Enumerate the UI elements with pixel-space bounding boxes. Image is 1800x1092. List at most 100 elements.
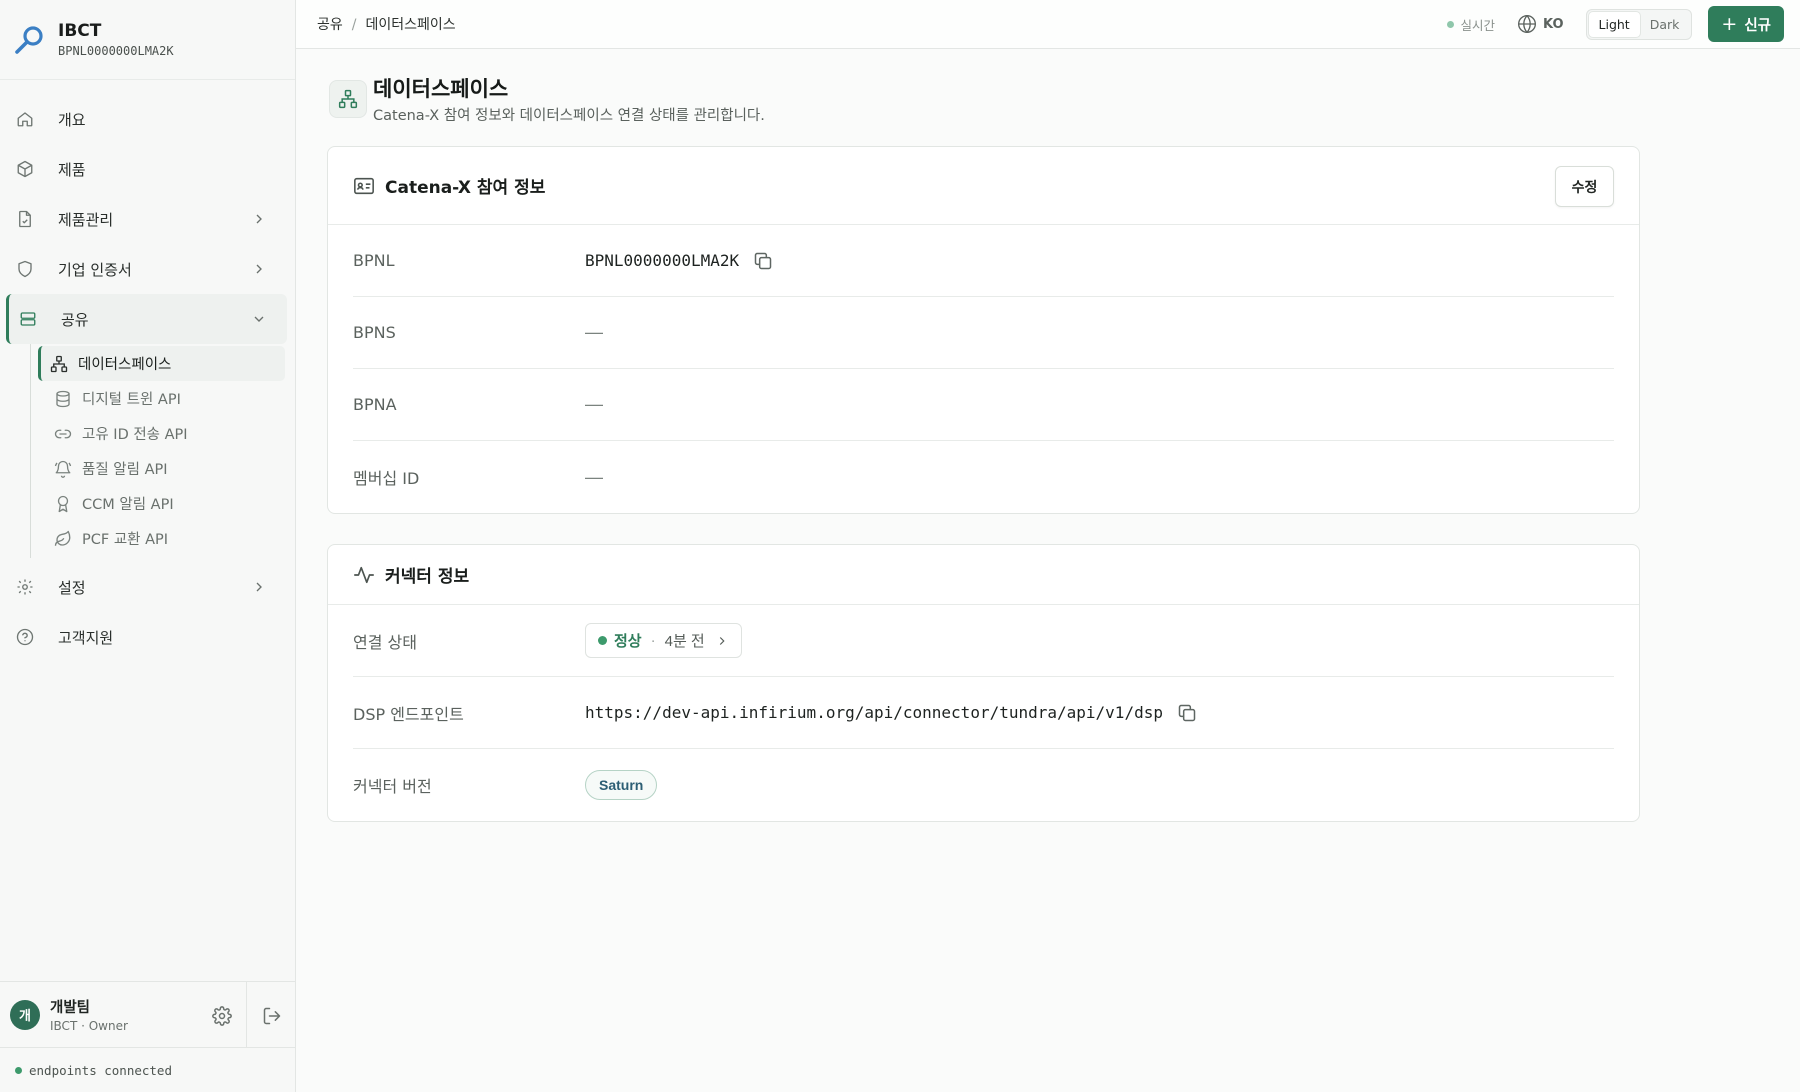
field-row-dsp-endpoint: DSP 엔드포인트 https://dev-api.infirium.org/a… [353,677,1614,749]
brand[interactable]: IBCT BPNL0000000LMA2K [0,0,295,80]
field-value: BPNL0000000LMA2K [585,251,773,271]
page-title: 데이터스페이스 [373,77,509,101]
language-switcher[interactable]: KO [1517,14,1564,34]
new-button-label: 신규 [1744,17,1771,34]
version-badge: Saturn [585,770,658,800]
field-row-connection-status: 연결 상태 정상 · 4분 전 [353,605,1614,677]
status-ok: 정상 [614,633,642,650]
field-label: BPNL [353,251,395,270]
search-logo-icon [15,25,43,54]
new-button[interactable]: + 신규 [1708,6,1784,42]
brand-bpnl: BPNL0000000LMA2K [58,44,174,58]
sub-item-label: 품질 알림 API [82,462,168,478]
id-card-icon [354,177,374,194]
topbar: 공유 / 데이터스페이스 실시간 KO Light Dark + 신규 [296,0,1800,49]
card-header: 커넥터 정보 [328,545,1639,605]
field-label: BPNS [353,323,396,342]
nav-item-settings[interactable]: 설정 [0,562,295,612]
nav-item-support[interactable]: 고객지원 [0,612,295,662]
field-row-bpnl: BPNL BPNL0000000LMA2K [353,225,1614,297]
sub-item-digital-twin[interactable]: 디지털 트윈 API [32,381,285,416]
theme-toggle: Light Dark [1585,8,1693,40]
live-label: 실시간 [1460,17,1495,33]
nav-label: 기업 인증서 [58,260,132,279]
user-settings-gear-icon[interactable] [212,1006,232,1026]
leaf-icon [54,530,71,546]
activity-icon [354,566,374,583]
status-dot [15,1066,22,1074]
breadcrumb-item-current: 데이터스페이스 [365,17,456,33]
award-icon [57,495,69,512]
chevron-right-icon [256,582,262,592]
avatar[interactable]: 개 [10,999,40,1030]
sub-item-label: 디지털 트윈 API [82,392,181,408]
live-indicator: 실시간 [1447,15,1495,34]
user-role: IBCT · Owner [50,1019,128,1033]
user-name: 개발팀 [50,1000,91,1016]
sub-item-label: PCF 교환 API [82,532,169,548]
sub-item-ccm-alert[interactable]: CCM 알림 API [32,486,285,521]
sidebar: IBCT BPNL0000000LMA2K 개요 제품 제품관리 기업 인증서 [0,0,296,1092]
network-icon [329,80,367,118]
main-area: 공유 / 데이터스페이스 실시간 KO Light Dark + 신규 데이터스… [296,0,1800,1092]
copy-icon[interactable] [753,251,773,271]
page-header: 데이터스페이스 Catena-X 참여 정보와 데이터스페이스 연결 상태를 관… [327,49,1640,146]
chevron-right-icon [256,214,262,224]
sub-item-label: 고유 ID 전송 API [82,427,188,443]
theme-dark-option[interactable]: Dark [1640,12,1690,37]
help-circle-icon [16,628,34,646]
language-label: KO [1542,16,1564,32]
sub-item-label: CCM 알림 API [82,497,174,513]
field-label: DSP 엔드포인트 [353,704,464,724]
sub-item-pcf-exchange[interactable]: PCF 교환 API [32,521,285,556]
gear-icon [17,579,33,595]
copy-icon[interactable] [1177,703,1197,723]
network-icon [50,355,68,372]
logout-icon[interactable] [262,1006,282,1026]
field-value: — [585,322,603,342]
status-time: 4분 전 [664,633,705,650]
breadcrumb: 공유 / 데이터스페이스 [317,14,456,34]
user-panel: 개 개발팀 IBCT · Owner [0,981,295,1047]
nav-item-products[interactable]: 제품 [0,144,295,194]
sub-item-dataspace[interactable]: 데이터스페이스 [38,346,285,381]
nav-label: 제품관리 [58,210,114,229]
theme-light-option[interactable]: Light [1588,11,1640,37]
main-nav: 개요 제품 제품관리 기업 인증서 공유 데이터스페이스 디지털 트윈 API … [0,80,295,662]
field-value: — [585,394,603,414]
nav-item-overview[interactable]: 개요 [0,94,295,144]
nav-label: 고객지원 [58,628,114,647]
nav-item-certificates[interactable]: 기업 인증서 [0,244,295,294]
card-header: Catena-X 참여 정보 수정 [328,147,1639,225]
home-icon [17,112,33,127]
card-title: 커넥터 정보 [385,567,470,587]
participation-card: Catena-X 참여 정보 수정 BPNL BPNL0000000LMA2K … [327,146,1640,514]
sub-item-unique-id[interactable]: 고유 ID 전송 API [32,416,285,451]
shield-icon [18,260,32,278]
field-label: 커넥터 버전 [353,777,432,796]
field-label: 멤버십 ID [353,469,420,488]
field-value: https://dev-api.infirium.org/api/connect… [585,703,1197,723]
breadcrumb-item-sharing[interactable]: 공유 [317,17,343,33]
topbar-actions: 실시간 KO Light Dark + 신규 [1447,5,1784,43]
field-value: — [585,466,603,487]
dsp-endpoint-value: https://dev-api.infirium.org/api/connect… [585,703,1163,722]
divider [246,982,247,1047]
nav-label: 제품 [58,160,86,179]
card-title: Catena-X 참여 정보 [385,178,546,198]
connection-status-pill[interactable]: 정상 · 4분 전 [585,623,742,658]
field-row-connector-version: 커넥터 버전 Saturn [353,749,1614,821]
chevron-down-icon [254,316,264,322]
bpnl-value: BPNL0000000LMA2K [585,251,740,270]
field-row-bpna: BPNA — [353,369,1614,441]
edit-button[interactable]: 수정 [1555,166,1614,207]
package-icon [17,160,33,178]
sub-item-quality-alert[interactable]: 품질 알림 API [32,451,285,486]
plus-icon: + [1721,13,1738,35]
sub-item-label: 데이터스페이스 [78,357,172,373]
nav-item-sharing[interactable]: 공유 [6,294,287,344]
nav-label: 공유 [61,310,89,329]
nav-item-product-mgmt[interactable]: 제품관리 [0,194,295,244]
field-row-bpns: BPNS — [353,297,1614,369]
content: 데이터스페이스 Catena-X 참여 정보와 데이터스페이스 연결 상태를 관… [327,49,1640,822]
